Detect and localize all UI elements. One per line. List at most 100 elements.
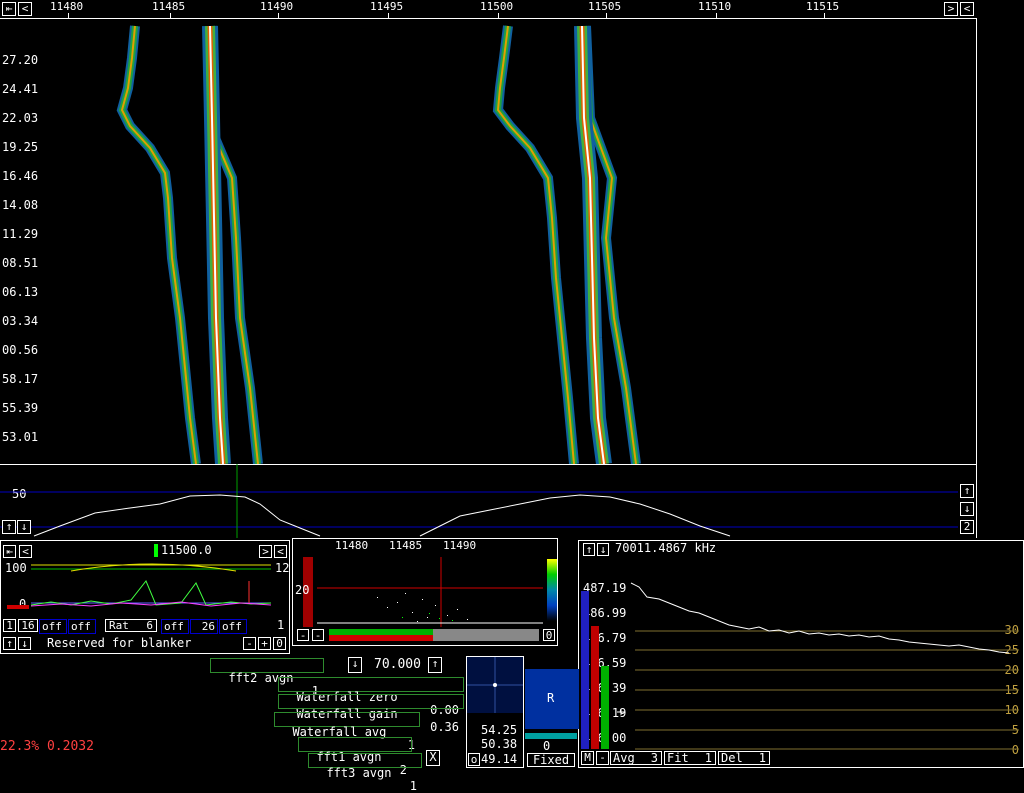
- smeter-o-button[interactable]: o: [468, 753, 480, 766]
- blanker-label: Reserved for blanker: [47, 636, 192, 650]
- spectrum-down-button[interactable]: ↓: [17, 520, 31, 534]
- afc-avg[interactable]: Avg 3: [610, 751, 662, 765]
- mini-frequency-tick: 11485: [389, 539, 423, 552]
- mini-frequency-tick: 11490: [443, 539, 477, 552]
- phase-scope[interactable]: [467, 657, 523, 717]
- baseband-26[interactable]: 26: [190, 619, 218, 634]
- afc-del[interactable]: Del 1: [718, 751, 770, 765]
- baseband-zero-button[interactable]: 0: [273, 637, 286, 650]
- mini-frequency-tick: 11480: [335, 539, 369, 552]
- afc-del-label: Del: [721, 751, 743, 765]
- cpu-status: 22.3% 0.2032: [0, 739, 94, 754]
- waterfall-zero-control[interactable]: Waterfall zero 0.00: [278, 677, 464, 717]
- baseband-plot: [31, 563, 272, 607]
- smeter-value-2: 50.38: [481, 737, 518, 751]
- waterfall-avg-control[interactable]: Waterfall avg 1: [274, 712, 420, 752]
- baseband-off-2[interactable]: off: [68, 619, 96, 634]
- fft3-avgn-control[interactable]: fft3 avgn 1: [308, 753, 422, 793]
- afc-fit-value: 1: [704, 751, 712, 765]
- spectrum-up-button[interactable]: ↑: [2, 520, 16, 534]
- frequency-tick: 11510: [698, 0, 732, 13]
- baseband-left-fast-button[interactable]: <: [19, 545, 32, 558]
- waterfall-traces: [116, 25, 641, 464]
- mini-minus-button[interactable]: -: [297, 629, 309, 642]
- r-meter-label: R: [547, 691, 555, 705]
- scroll-left-button[interactable]: ⇤: [2, 2, 16, 16]
- r-meter-bar: [525, 733, 577, 739]
- baseband-left-button[interactable]: ⇤: [3, 545, 16, 558]
- mini-spectrum-plot: [317, 557, 543, 627]
- scroll-left-fast-button[interactable]: <: [18, 2, 32, 16]
- afc-m-button[interactable]: M: [581, 751, 594, 765]
- baseband-right-bottom: 1: [277, 618, 285, 632]
- fft2-avgn-control[interactable]: fft2 avgn 1: [210, 658, 324, 698]
- baseband-panel: ⇤ < 11500.0 > < 100 0 12 1 1 16 off off …: [0, 540, 290, 654]
- mode-fixed-button[interactable]: Fixed: [527, 753, 575, 767]
- baseband-rat-label: Rat: [109, 619, 129, 632]
- frequency-axis: ⇤ < > < 11480 11485 11490 11495 11500 11505 11…: [0, 0, 976, 19]
- baseband-off-1[interactable]: off: [39, 619, 67, 634]
- waterfall-trace-halo: [492, 25, 579, 464]
- smeter-value-3: 49.14: [481, 752, 518, 766]
- baseband-rat[interactable]: Rat 6: [105, 619, 157, 632]
- frequency-tick: 11515: [806, 0, 840, 13]
- baseband-up-button[interactable]: ↑: [3, 637, 16, 650]
- baseband-right-end-button[interactable]: <: [274, 545, 287, 558]
- frequency-tick: 11490: [260, 0, 294, 13]
- freq-down-button[interactable]: ↓: [348, 657, 362, 673]
- phase-panel: 54.25 50.38 o 49.14: [466, 656, 524, 768]
- waterfall-trace-halo: [116, 25, 201, 464]
- afc-fit-label: Fit: [667, 751, 689, 765]
- afc-panel: ↑ ↓ 70011.4867 kHz 487.19 486.99 486.79 486…: [578, 540, 1024, 768]
- waterfall[interactable]: 27.20 24.41 22.03 19.25 16.46 14.08 11.29 08.51…: [0, 18, 977, 465]
- baseband-minus-button[interactable]: -: [243, 637, 256, 650]
- frequency-tick: 11505: [588, 0, 622, 13]
- frequency-tick: 11500: [480, 0, 514, 13]
- baseband-ctrl-b[interactable]: 16: [18, 619, 38, 632]
- baseband-down-button[interactable]: ↓: [18, 637, 31, 650]
- afc-avg-value: 3: [650, 751, 658, 765]
- r-meter-zero: 0: [543, 739, 551, 753]
- spectrum-scale-up-button[interactable]: ↑: [960, 484, 974, 498]
- fft3-avgn-value: 1: [409, 779, 417, 793]
- fft1-avgn-control[interactable]: fft1 avgn 2: [298, 737, 412, 777]
- baseband-ctrl-a[interactable]: 1: [3, 619, 16, 632]
- afc-avg-label: Avg: [613, 751, 635, 765]
- freq-up-button[interactable]: ↑: [428, 657, 442, 673]
- smeter-value-1: 54.25: [481, 723, 518, 737]
- afc-del-value: 1: [758, 751, 766, 765]
- r-meter-display: R: [525, 669, 579, 729]
- afc-minus-button[interactable]: -: [596, 751, 609, 765]
- baseband-off-3[interactable]: off: [161, 619, 189, 634]
- frequency-tick: 11480: [50, 0, 84, 13]
- mini-gray-bar: [433, 629, 539, 641]
- baseband-level-red: [7, 605, 29, 609]
- mini-minus2-button[interactable]: -: [312, 629, 324, 642]
- waterfall-gain-value: 0.36: [430, 720, 459, 734]
- scroll-right-button[interactable]: >: [944, 2, 958, 16]
- frequency-tick: 11495: [370, 0, 404, 13]
- waterfall-gain-control[interactable]: Waterfall gain 0.36: [278, 694, 464, 734]
- baseband-plus-button[interactable]: +: [258, 637, 271, 650]
- baseband-y-top: 100: [5, 561, 27, 575]
- waterfall-trace-core: [496, 25, 575, 464]
- frequency-tick: 11485: [152, 0, 186, 13]
- spectrum-plot: [0, 464, 958, 538]
- mini-red-bar: [329, 635, 433, 641]
- baseband-right-button[interactable]: >: [259, 545, 272, 558]
- scroll-right-end-button[interactable]: <: [960, 2, 974, 16]
- mini-zero-button[interactable]: 0: [543, 629, 555, 642]
- mini-spectrum-panel: 11480 11485 11490 20 - - 0: [292, 538, 558, 646]
- r-meter-panel: R 0 Fixed: [524, 668, 579, 768]
- close-button[interactable]: X: [426, 750, 440, 766]
- afc-plot: [581, 582, 1019, 750]
- spectrum-strip: 50 ↑ ↓ ↑ ↓ 2: [0, 464, 977, 538]
- baseband-tuning-marker[interactable]: [154, 544, 158, 557]
- baseband-off-4[interactable]: off: [219, 619, 247, 634]
- afc-fit[interactable]: Fit 1: [664, 751, 716, 765]
- spectrum-scale-down-button[interactable]: ↓: [960, 502, 974, 516]
- baseband-frequency: 11500.0: [161, 543, 212, 557]
- spectrum-zoom-button[interactable]: 2: [960, 520, 974, 534]
- mini-level-label: 20: [295, 583, 310, 597]
- baseband-rat-value: 6: [146, 619, 153, 632]
